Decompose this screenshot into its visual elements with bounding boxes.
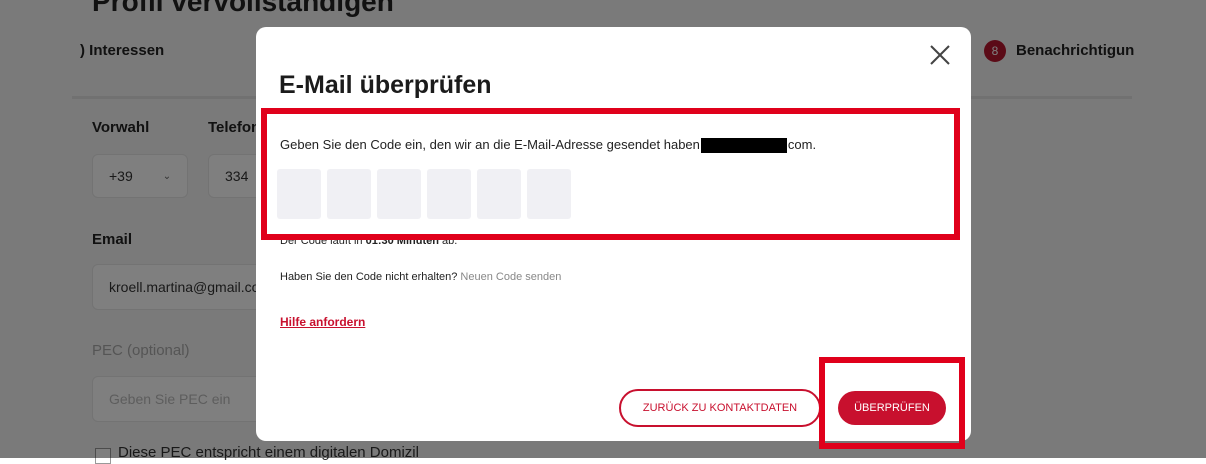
resend-code-link[interactable]: Neuen Code senden xyxy=(460,271,561,283)
highlight-code-area xyxy=(261,108,960,240)
resend-question: Haben Sie den Code nicht erhalten? xyxy=(280,271,458,283)
back-to-contact-button[interactable]: ZURÜCK ZU KONTAKTDATEN xyxy=(619,389,821,427)
dialog-title: E-Mail überprüfen xyxy=(279,71,492,99)
resend-row: Haben Sie den Code nicht erhalten? Neuen… xyxy=(280,271,561,283)
close-icon[interactable] xyxy=(928,43,952,67)
request-help-link[interactable]: Hilfe anfordern xyxy=(280,315,365,329)
highlight-verify-button xyxy=(819,357,965,449)
